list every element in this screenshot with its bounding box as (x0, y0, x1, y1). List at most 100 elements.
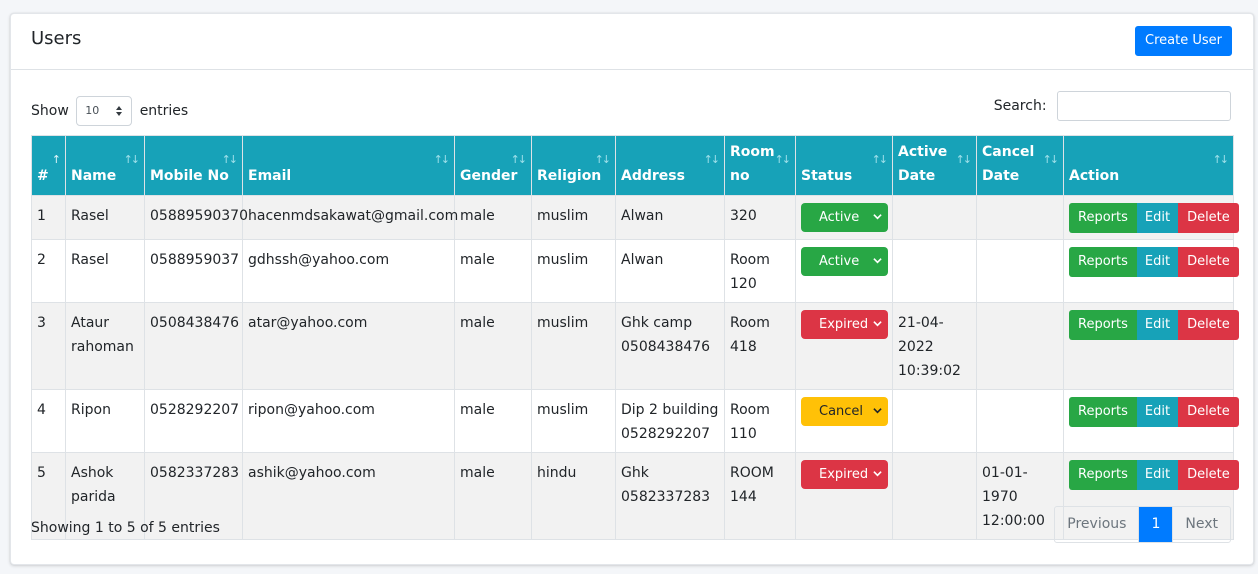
page-length-control: Show 10 entries (31, 96, 188, 126)
row-status-cell: Active (795, 239, 893, 303)
delete-button[interactable]: Delete (1178, 310, 1239, 340)
col-header-status[interactable]: ↑↓ Status (795, 135, 893, 196)
status-select[interactable]: Expired (801, 310, 888, 339)
reports-button[interactable]: Reports (1069, 460, 1137, 490)
status-value: Expired (819, 467, 869, 482)
row-mobile: 0508438476 (144, 302, 243, 390)
chevron-down-icon (873, 321, 882, 327)
row-room: 320 (724, 195, 796, 240)
col-header-active-date[interactable]: ↑↓ Active Date (892, 135, 977, 196)
row-status-cell: Expired (795, 452, 893, 540)
col-header-num[interactable]: ↑ # (31, 135, 66, 196)
sort-icon: ↑↓ (774, 153, 792, 166)
users-table: ↑ # ↑↓ Name ↑↓ Mobile No ↑↓ Email ↑↓ Gender ↑… (31, 135, 1239, 540)
row-name: Ataur rahoman (65, 302, 145, 390)
status-select[interactable]: Expired (801, 460, 888, 489)
row-status-cell: Cancel (795, 389, 893, 453)
table-row: 1 Rasel 05889590370 hacenmdsakawat@gmail.co… (31, 195, 1239, 240)
edit-button[interactable]: Edit (1136, 397, 1179, 427)
sort-icon: ↑↓ (955, 153, 973, 166)
chevron-down-icon (873, 214, 882, 220)
reports-button[interactable]: Reports (1069, 310, 1137, 340)
row-religion: muslim (531, 195, 616, 240)
chevron-down-icon (873, 471, 882, 477)
row-active-date (892, 452, 977, 540)
row-number: 1 (31, 195, 66, 240)
table-header-row: ↑ # ↑↓ Name ↑↓ Mobile No ↑↓ Email ↑↓ Gender ↑… (31, 135, 1234, 196)
table-row: 3 Ataur rahoman 0508438476 atar@yahoo.com ma… (31, 302, 1239, 390)
page-1-button[interactable]: 1 (1139, 507, 1173, 542)
search-control: Search: (994, 91, 1231, 121)
row-status-cell: Active (795, 195, 893, 240)
reports-button[interactable]: Reports (1069, 397, 1137, 427)
search-input[interactable] (1057, 91, 1231, 121)
sort-icon: ↑↓ (703, 153, 721, 166)
status-select[interactable]: Active (801, 247, 888, 276)
row-mobile: 05889590370 (144, 195, 248, 240)
row-religion: muslim (531, 239, 616, 303)
row-mobile: 0528292207 (144, 389, 243, 453)
row-address: Alwan (615, 195, 725, 240)
sort-icon: ↑↓ (1212, 153, 1230, 166)
row-email: hacenmdsakawat@gmail.com (242, 195, 458, 240)
row-address: Ghk camp 0508438476 (615, 302, 725, 390)
row-mobile: 0588959037 (144, 239, 243, 303)
edit-button[interactable]: Edit (1136, 460, 1179, 490)
previous-page-button[interactable]: Previous (1055, 507, 1140, 542)
row-address: Dip 2 building 0528292207 (615, 389, 725, 453)
row-actions: Reports Edit Delete (1063, 389, 1239, 453)
delete-button[interactable]: Delete (1178, 247, 1239, 277)
row-cancel-date (976, 195, 1064, 240)
delete-button[interactable]: Delete (1178, 203, 1239, 233)
row-email: ashik@yahoo.com (242, 452, 455, 540)
sort-icon: ↑↓ (871, 153, 889, 166)
pagination: Previous 1 Next (1054, 506, 1231, 543)
edit-button[interactable]: Edit (1136, 203, 1179, 233)
row-actions: Reports Edit Delete (1063, 195, 1239, 240)
reports-button[interactable]: Reports (1069, 203, 1137, 233)
col-header-email[interactable]: ↑↓ Email (242, 135, 455, 196)
edit-button[interactable]: Edit (1136, 247, 1179, 277)
action-button-group: Reports Edit Delete (1069, 247, 1239, 277)
row-active-date (892, 239, 977, 303)
col-header-room[interactable]: ↑↓ Room no (724, 135, 796, 196)
col-header-mobile[interactable]: ↑↓ Mobile No (144, 135, 243, 196)
create-user-button[interactable]: Create User (1135, 26, 1232, 56)
row-active-date (892, 389, 977, 453)
col-header-action[interactable]: ↑↓ Action (1063, 135, 1234, 196)
table-info: Showing 1 to 5 of 5 entries (31, 520, 220, 536)
next-page-button[interactable]: Next (1172, 507, 1230, 542)
col-header-cancel-date[interactable]: ↑↓ Cancel Date (976, 135, 1064, 196)
reports-button[interactable]: Reports (1069, 247, 1137, 277)
status-value: Active (819, 210, 860, 225)
table-row: 2 Rasel 0588959037 gdhssh@yahoo.com male musl… (31, 239, 1239, 303)
card-header: Users Create User (11, 14, 1253, 70)
col-header-name[interactable]: ↑↓ Name (65, 135, 145, 196)
delete-button[interactable]: Delete (1178, 397, 1239, 427)
edit-button[interactable]: Edit (1136, 310, 1179, 340)
row-cancel-date (976, 389, 1064, 453)
select-caret-icon (116, 106, 123, 116)
action-button-group: Reports Edit Delete (1069, 397, 1239, 427)
chevron-down-icon (873, 408, 882, 414)
row-name: Rasel (65, 195, 145, 240)
row-gender: male (454, 302, 532, 390)
status-value: Expired (819, 317, 869, 332)
status-select[interactable]: Cancel (801, 397, 888, 426)
row-name: Rasel (65, 239, 145, 303)
sort-icon: ↑↓ (123, 153, 141, 166)
status-select[interactable]: Active (801, 203, 888, 232)
col-header-religion[interactable]: ↑↓ Religion (531, 135, 616, 196)
table-toolbar: Show 10 entries Search: (11, 70, 1253, 136)
col-header-address[interactable]: ↑↓ Address (615, 135, 725, 196)
col-header-gender[interactable]: ↑↓ Gender (454, 135, 532, 196)
row-religion: muslim (531, 302, 616, 390)
page-length-select[interactable]: 10 (76, 96, 133, 126)
users-card: Users Create User Show 10 entries Search… (10, 13, 1254, 565)
row-actions: Reports Edit Delete (1063, 302, 1239, 390)
row-active-date (892, 195, 977, 240)
status-value: Cancel (819, 404, 864, 419)
page-title: Users (31, 28, 82, 49)
delete-button[interactable]: Delete (1178, 460, 1239, 490)
row-gender: male (454, 195, 532, 240)
